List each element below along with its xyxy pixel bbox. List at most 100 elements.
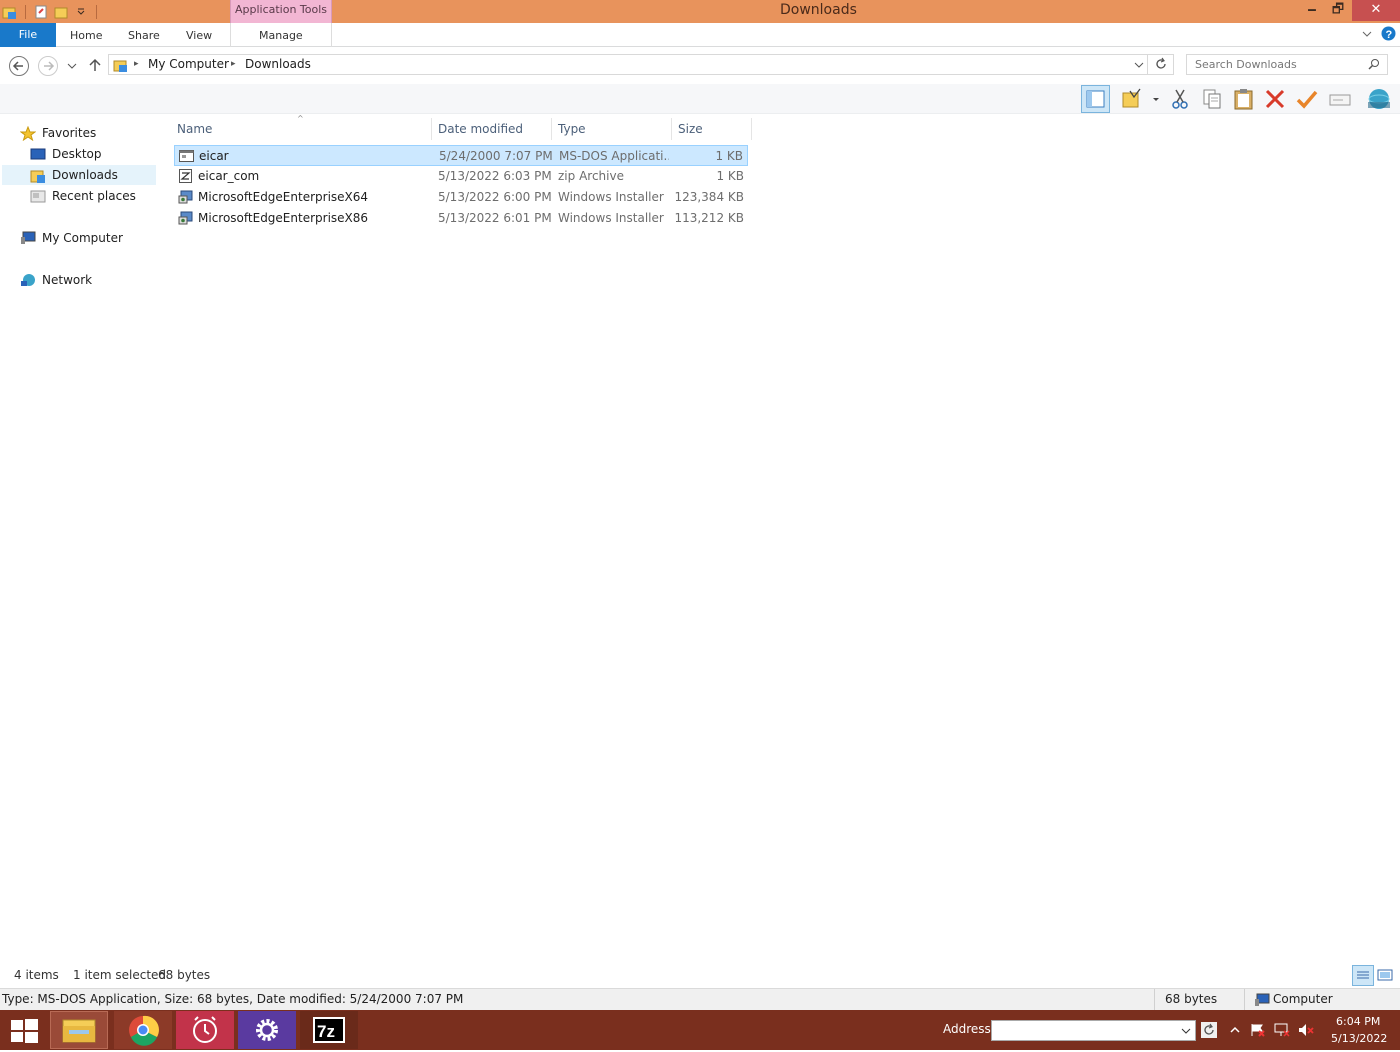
address-bar[interactable]: ▸ My Computer ▸ Downloads xyxy=(108,54,1174,75)
breadcrumb-separator-icon: ▸ xyxy=(231,59,236,69)
clock-date[interactable]: 5/13/2022 xyxy=(1331,1032,1387,1045)
selection-size: 68 bytes xyxy=(158,968,211,982)
minimize-button[interactable]: 🗕 xyxy=(1298,0,1326,21)
chevron-down-icon[interactable] xyxy=(1181,1025,1191,1039)
file-row-edge-x64[interactable]: MicrosoftEdgeEnterpriseX64 5/13/2022 6:0… xyxy=(174,187,748,208)
search-icon[interactable] xyxy=(1368,58,1380,73)
restore-button[interactable]: 🗗 xyxy=(1324,0,1352,21)
nav-network[interactable]: Network xyxy=(20,270,92,290)
breadcrumb-downloads[interactable]: Downloads xyxy=(245,55,311,74)
clock-time[interactable]: 6:04 PM xyxy=(1336,1015,1380,1028)
quick-access-toolbar xyxy=(0,0,100,23)
folder-app-icon[interactable] xyxy=(2,4,18,20)
nav-recent-places[interactable]: Recent places xyxy=(30,186,136,206)
svg-text:7z: 7z xyxy=(317,1022,335,1041)
file-row-eicar-com[interactable]: eicar_com 5/13/2022 6:03 PM zip Archive … xyxy=(174,166,748,187)
close-button[interactable]: ✕ xyxy=(1352,0,1400,21)
chrome-icon xyxy=(129,1015,159,1046)
file-type: MS-DOS Applicati... xyxy=(559,149,669,163)
network-status-icon[interactable] xyxy=(1274,1023,1290,1037)
column-header-type[interactable]: Type xyxy=(552,118,672,140)
file-size: 1 KB xyxy=(716,169,744,183)
nav-label: Network xyxy=(42,273,93,287)
nav-label: Desktop xyxy=(52,147,102,161)
taskbar-7zip[interactable]: 7z xyxy=(300,1011,358,1049)
start-button[interactable] xyxy=(0,1011,48,1049)
taskbar-alarms[interactable] xyxy=(176,1011,234,1049)
installer-package-icon xyxy=(178,190,193,204)
recent-locations-icon[interactable] xyxy=(66,60,78,74)
taskbar-chrome[interactable] xyxy=(114,1011,172,1049)
tab-view[interactable]: View xyxy=(186,23,212,47)
nav-downloads[interactable]: Downloads xyxy=(30,165,118,185)
rename-check-icon[interactable] xyxy=(1295,87,1319,111)
column-header-name[interactable]: Name xyxy=(171,118,432,140)
column-header-date[interactable]: Date modified xyxy=(432,118,552,140)
properties-icon[interactable] xyxy=(1328,87,1352,111)
paste-icon[interactable] xyxy=(1232,87,1256,111)
ribbon-tabs: File Home Share View Manage ? xyxy=(0,23,1400,47)
file-date: 5/24/2000 7:07 PM xyxy=(439,149,553,163)
separator xyxy=(1244,989,1245,1010)
taskbar-settings[interactable] xyxy=(238,1011,296,1049)
item-count: 4 items xyxy=(14,968,59,982)
forward-arrow-icon xyxy=(44,61,55,71)
up-arrow-icon[interactable] xyxy=(87,57,103,76)
file-size: 113,212 KB xyxy=(674,211,744,225)
chevron-down-icon[interactable] xyxy=(1133,59,1145,74)
chevron-down-icon[interactable] xyxy=(1150,87,1162,111)
folder-options-icon[interactable] xyxy=(1120,87,1144,111)
svg-text:?: ? xyxy=(1386,29,1393,41)
back-button[interactable] xyxy=(9,56,29,76)
action-center-flag-icon[interactable] xyxy=(1250,1023,1266,1037)
delete-icon[interactable] xyxy=(1263,87,1287,111)
properties-icon[interactable] xyxy=(33,4,49,20)
file-type: Windows Installer ... xyxy=(558,190,668,204)
nav-desktop[interactable]: Desktop xyxy=(30,144,102,164)
forward-button[interactable] xyxy=(38,56,58,76)
new-folder-icon[interactable] xyxy=(53,4,69,20)
separator xyxy=(96,4,97,19)
taskbar-address-input[interactable] xyxy=(991,1020,1196,1041)
tab-file[interactable]: File xyxy=(0,23,56,47)
file-name: MicrosoftEdgeEnterpriseX64 xyxy=(198,190,369,204)
go-refresh-icon[interactable] xyxy=(1201,1022,1217,1041)
taskbar-file-explorer[interactable] xyxy=(50,1011,108,1049)
folder-location-icon xyxy=(113,57,129,76)
cut-icon[interactable] xyxy=(1168,87,1192,111)
details-size: 68 bytes xyxy=(1165,992,1218,1006)
nav-favorites[interactable]: Favorites xyxy=(19,123,96,143)
tab-home[interactable]: Home xyxy=(70,23,102,47)
file-name: eicar_com xyxy=(198,169,260,183)
column-header-size[interactable]: Size xyxy=(672,118,752,140)
expand-ribbon-icon[interactable] xyxy=(1361,28,1373,43)
volume-muted-icon[interactable] xyxy=(1298,1023,1314,1037)
details-view-icon[interactable] xyxy=(1352,965,1374,986)
show-hidden-icons-icon[interactable] xyxy=(1229,1023,1245,1037)
file-row-eicar[interactable]: eicar 5/24/2000 7:07 PM MS-DOS Applicati… xyxy=(174,145,748,166)
tab-share[interactable]: Share xyxy=(128,23,160,47)
tab-manage[interactable]: Manage xyxy=(259,23,303,47)
help-icon[interactable]: ? xyxy=(1381,26,1396,44)
recent-places-icon xyxy=(30,189,46,203)
navigation-pane: Favorites Desktop Downloads Recent place… xyxy=(0,114,160,960)
alarm-clock-icon xyxy=(193,1016,217,1043)
breadcrumb-separator-icon: ▸ xyxy=(134,59,139,69)
star-icon xyxy=(19,125,37,142)
chevron-down-icon[interactable] xyxy=(73,4,89,20)
nav-my-computer[interactable]: My Computer xyxy=(20,228,123,248)
separator xyxy=(1154,989,1155,1010)
nav-label: My Computer xyxy=(42,231,123,245)
breadcrumb-my-computer[interactable]: My Computer xyxy=(148,55,229,74)
title-bar: Application Tools Downloads 🗕 🗗 ✕ xyxy=(0,0,1400,23)
network-globe-icon[interactable] xyxy=(1366,87,1390,111)
windows-logo-icon xyxy=(11,1019,38,1043)
search-input[interactable]: Search Downloads xyxy=(1186,54,1388,75)
copy-icon[interactable] xyxy=(1200,87,1224,111)
network-icon xyxy=(20,273,36,287)
preview-pane-button[interactable] xyxy=(1081,85,1110,113)
separator xyxy=(25,4,26,19)
file-row-edge-x86[interactable]: MicrosoftEdgeEnterpriseX86 5/13/2022 6:0… xyxy=(174,208,748,229)
refresh-icon[interactable] xyxy=(1154,57,1168,74)
large-icons-view-icon[interactable] xyxy=(1377,968,1393,985)
